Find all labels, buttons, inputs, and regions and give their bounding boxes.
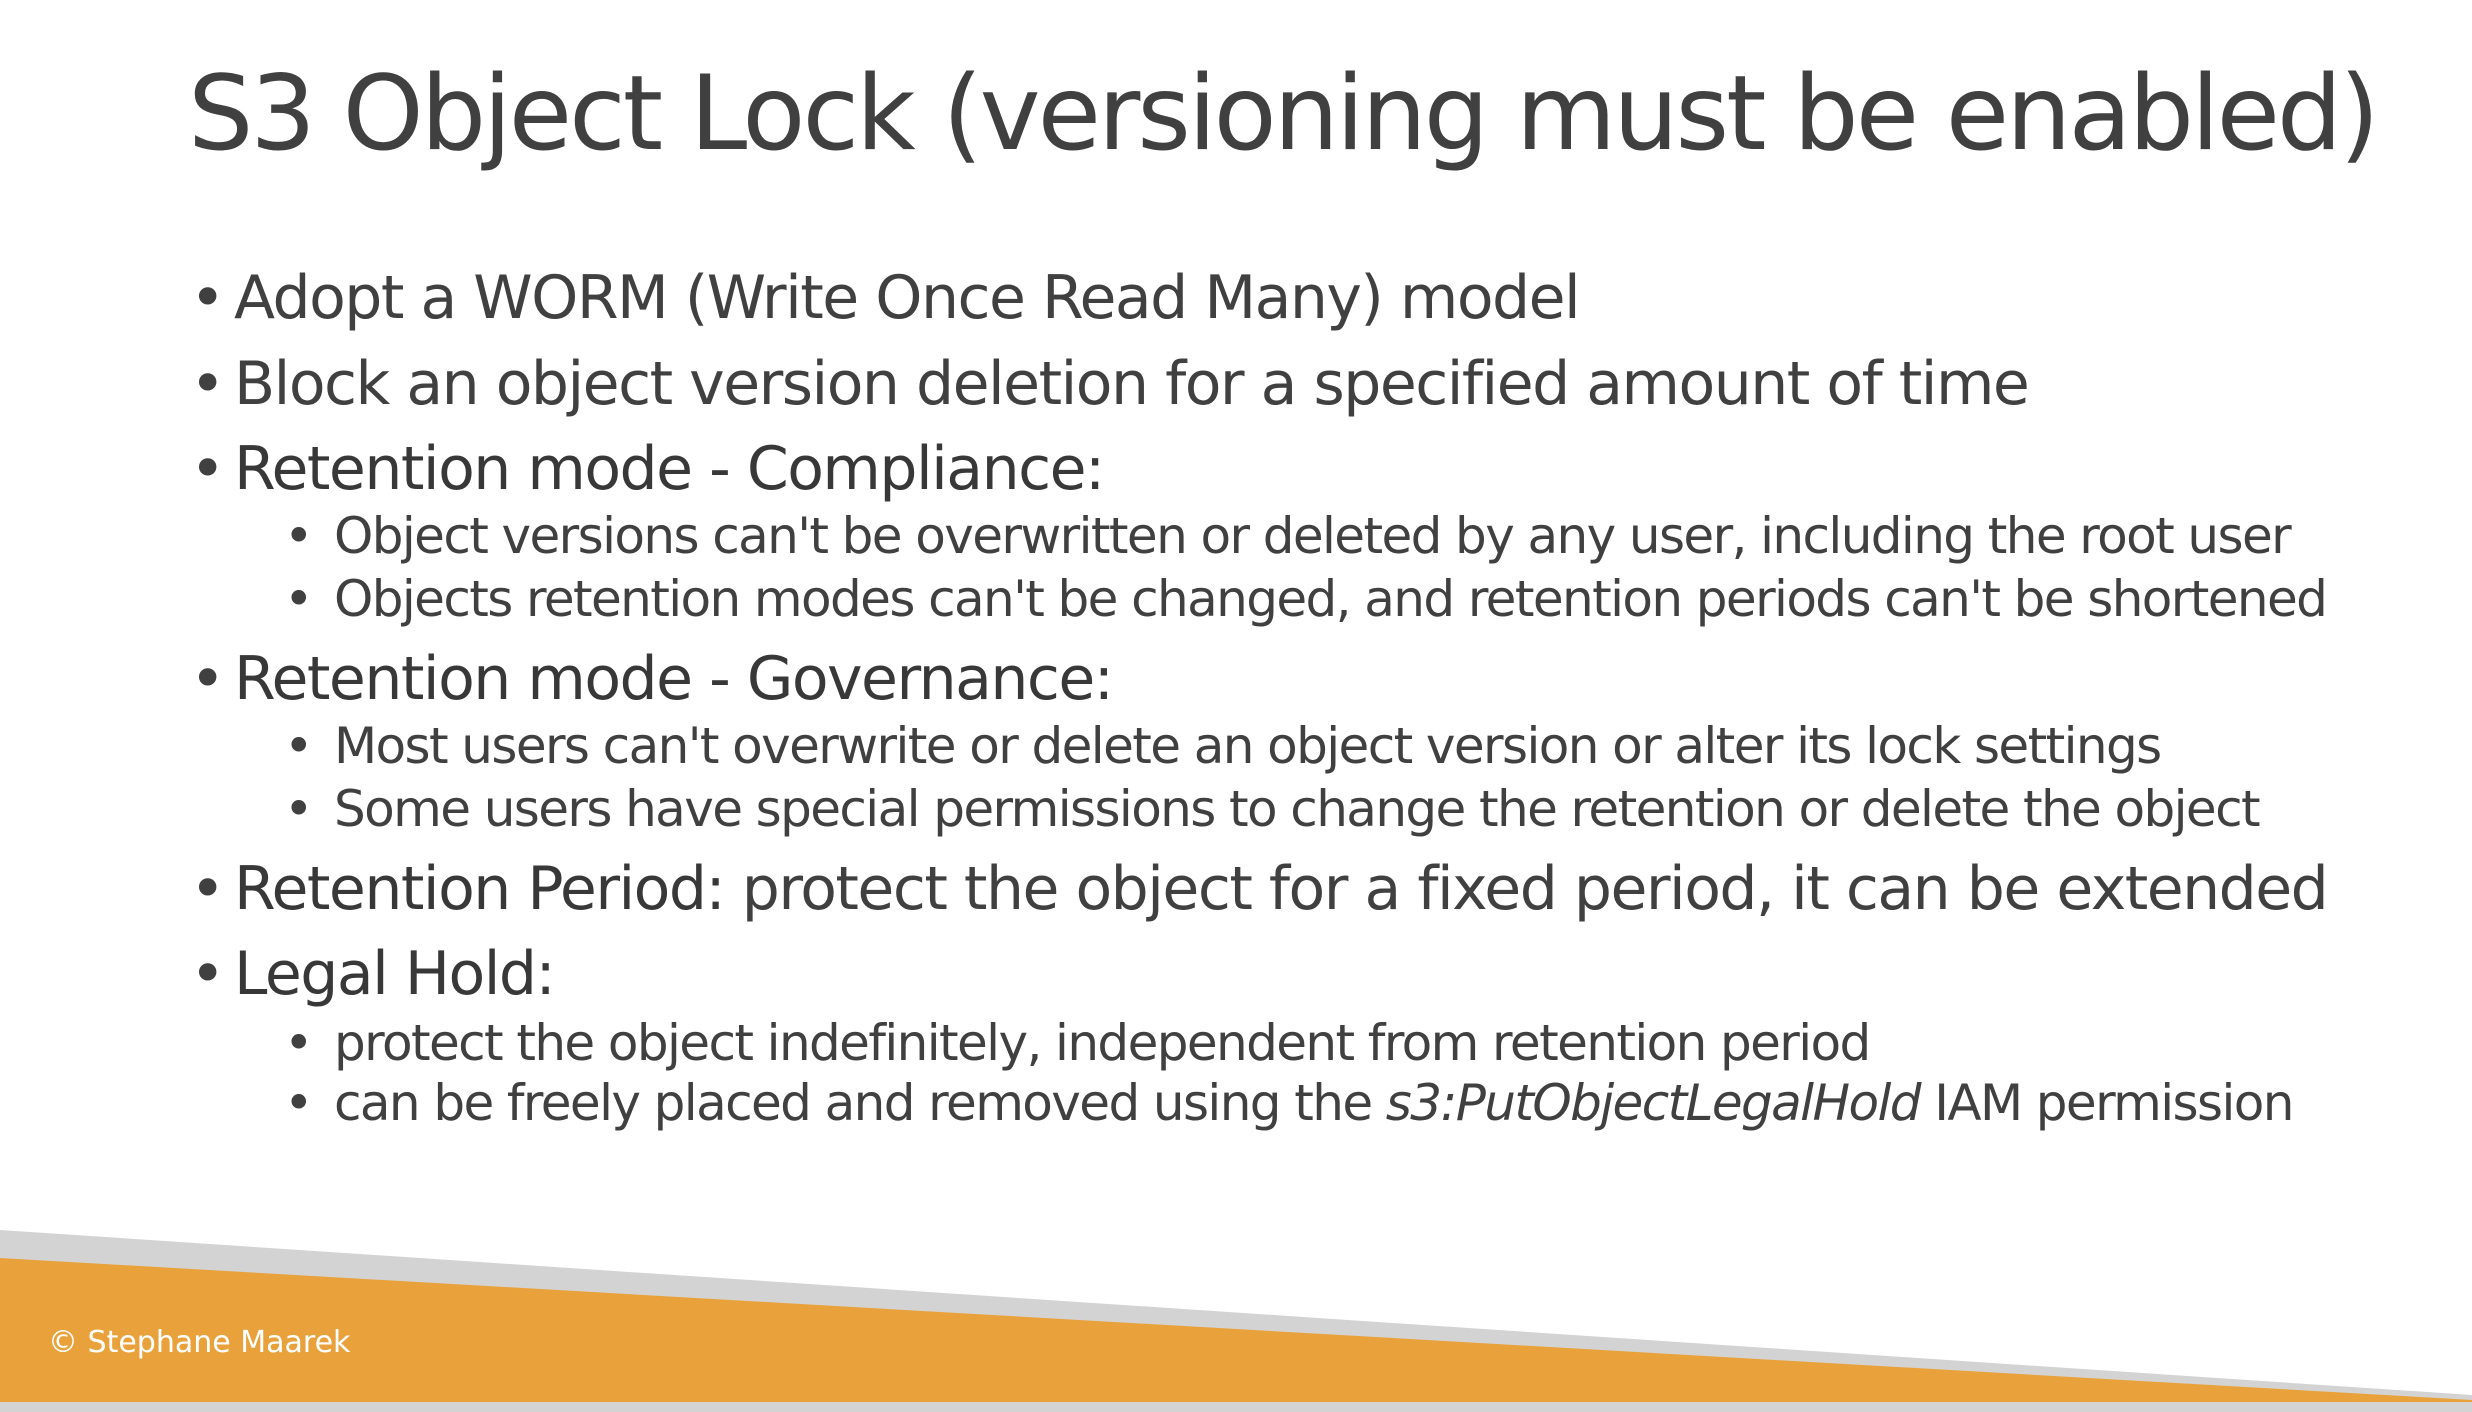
copyright-notice: © Stephane Maarek: [48, 1325, 351, 1360]
footer-bottom-strip: [0, 1402, 2472, 1412]
footer-orange-band: [0, 1258, 2472, 1412]
footer-decoration: [0, 1230, 2472, 1412]
